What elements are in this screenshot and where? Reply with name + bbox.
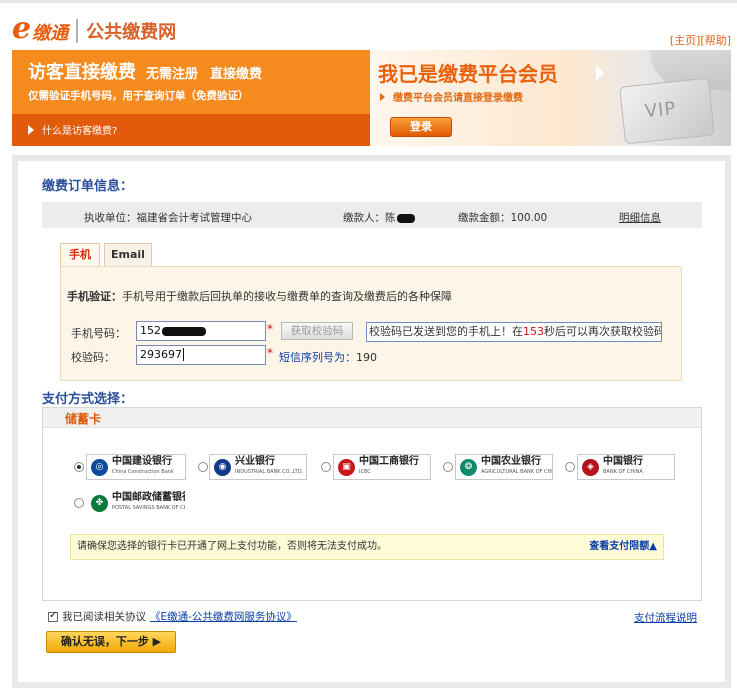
order-info-title: 缴费订单信息： <box>42 179 134 194</box>
psbc-logo-icon: ✤ <box>91 494 108 512</box>
code-label: 校验码： <box>71 351 115 364</box>
agreement-row: 我已阅读相关协议 《E缴通-公共缴费网服务协议》 <box>48 609 297 624</box>
guest-pay-subtitle: 仅需验证手机号码，用于查询订单（免费验证） <box>28 90 249 102</box>
top-links: [主页][帮助] <box>670 32 731 48</box>
bank-option-cib[interactable]: ◉ 兴业银行 INDUSTRIAL BANK CO.,LTD. <box>209 454 307 480</box>
ccb-logo-icon: ◎ <box>91 458 108 476</box>
arrow-right-icon <box>380 92 385 101</box>
logo-brand: 缴通 <box>32 23 69 44</box>
confirm-next-button[interactable]: 确认无误，下一步 ▶ <box>46 631 176 653</box>
bank-radio-abc[interactable] <box>443 462 453 472</box>
payment-notice: 请确保您选择的银行卡已开通了网上支付功能，否则将无法支付成功。 查看支付限额▲ <box>70 534 664 560</box>
payment-limit-link[interactable]: 查看支付限额▲ <box>589 535 657 559</box>
detail-info-link[interactable]: 明细信息 <box>619 210 661 225</box>
arrow-right-icon <box>28 124 34 135</box>
tab-phone[interactable]: 手机 <box>60 243 100 267</box>
redacted-mark <box>162 326 206 336</box>
payer-name: 缴款人：陈 <box>343 210 415 225</box>
agree-label: 我已阅读相关协议 <box>62 611 146 623</box>
member-subtitle: 缴费平台会员请直接登录缴费 <box>380 89 523 104</box>
collecting-unit: 执收单位：福建省会计考试管理中心 <box>84 212 252 224</box>
login-button[interactable]: 登录 <box>390 117 452 137</box>
logo-divider <box>76 19 79 43</box>
logo-e-glyph: e <box>12 11 32 46</box>
phone-label: 手机号码： <box>71 327 126 340</box>
bank-radio-cib[interactable] <box>198 462 208 472</box>
cib-logo-icon: ◉ <box>214 458 231 476</box>
payment-method-title: 支付方式选择： <box>42 392 134 407</box>
sms-serial: 短信序列号为：190 <box>279 351 377 364</box>
icbc-logo-icon: ▣ <box>338 458 355 476</box>
vip-card-image: VIP <box>619 77 715 145</box>
top-border <box>0 0 737 3</box>
agreement-link[interactable]: 《E缴通-公共缴费网服务协议》 <box>150 609 297 624</box>
bank-radio-ccb[interactable] <box>74 462 84 472</box>
site-logo[interactable]: e 缴通 公共缴费网 <box>12 12 176 46</box>
redacted-mark <box>396 213 415 223</box>
bank-option-psbc[interactable]: ✤ 中国邮政储蓄银行POSTAL SAVINGS BANK OF CHINA <box>86 490 186 516</box>
bank-radio-psbc[interactable] <box>74 498 84 508</box>
code-input[interactable]: 293697 <box>136 345 266 365</box>
guest-pay-title: 访客直接缴费 无需注册 直接缴费 <box>28 62 263 83</box>
abc-logo-icon: ❂ <box>460 458 477 476</box>
bank-radio-boc[interactable] <box>565 462 575 472</box>
home-link[interactable]: [主页] <box>670 34 701 47</box>
card-type-header: 储蓄卡 <box>43 408 701 428</box>
agree-checkbox[interactable] <box>48 610 58 622</box>
payment-amount: 缴款金额：100.00 <box>458 212 548 224</box>
payment-flow-link[interactable]: 支付流程说明 <box>634 610 697 625</box>
bank-option-icbc[interactable]: ▣ 中国工商银行 ICBC <box>333 454 431 480</box>
code-sent-message: 校验码已发送到您的手机上！在153秒后可以再次获取校验码 <box>366 322 662 342</box>
help-link[interactable]: [帮助] <box>700 34 731 47</box>
required-mark: * <box>267 346 273 360</box>
tab-email[interactable]: Email <box>104 243 152 267</box>
required-mark: * <box>267 322 273 336</box>
guest-pay-help-link[interactable]: 什么是访客缴费? <box>28 122 117 137</box>
member-title: 我已是缴费平台会员 <box>378 62 558 86</box>
bank-radio-icbc[interactable] <box>321 462 331 472</box>
get-code-button[interactable]: 获取校验码 <box>281 322 353 340</box>
verify-heading: 手机验证：手机号用于缴款后回执单的接收与缴费单的查询及缴费后的各种保障 <box>67 290 452 303</box>
bank-option-abc[interactable]: ❂ 中国农业银行 AGRICULTURAL BANK OF CHINA <box>455 454 553 480</box>
arrow-right-icon <box>596 65 604 81</box>
boc-logo-icon: ◈ <box>582 458 599 476</box>
bank-option-ccb[interactable]: ◎ 中国建设银行 China Construction Bank <box>86 454 186 480</box>
logo-subtitle: 公共缴费网 <box>86 22 177 43</box>
phone-input[interactable]: 152 <box>136 321 266 341</box>
bank-option-boc[interactable]: ◈ 中国银行 BANK OF CHINA <box>577 454 675 480</box>
